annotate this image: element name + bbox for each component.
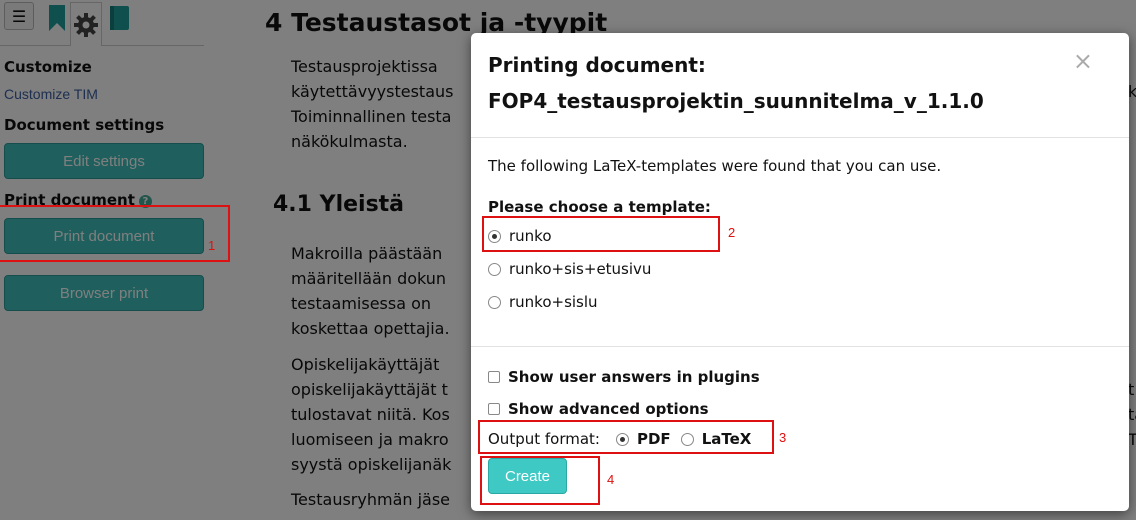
template-radio-runko-sis-etusivu[interactable] bbox=[488, 262, 501, 276]
dialog-divider bbox=[471, 137, 1129, 138]
annotation-number-4: 4 bbox=[607, 472, 615, 487]
choose-template-label: Please choose a template: bbox=[488, 198, 711, 216]
templates-intro-text: The following LaTeX-templates were found… bbox=[488, 157, 942, 175]
template-label: runko+sislu bbox=[509, 293, 598, 311]
show-advanced-checkbox[interactable] bbox=[488, 403, 500, 415]
close-icon[interactable]: × bbox=[1073, 47, 1093, 75]
show-advanced-option[interactable]: Show advanced options bbox=[488, 400, 709, 418]
template-radio-runko-sislu[interactable] bbox=[488, 295, 501, 309]
dialog-divider bbox=[471, 346, 1129, 347]
show-user-answers-option[interactable]: Show user answers in plugins bbox=[488, 368, 760, 386]
annotation-box-4 bbox=[480, 456, 600, 505]
annotation-box-3 bbox=[478, 420, 774, 454]
annotation-number-3: 3 bbox=[779, 430, 787, 445]
annotation-box-1 bbox=[0, 205, 230, 262]
show-user-answers-checkbox[interactable] bbox=[488, 371, 500, 383]
show-user-answers-label: Show user answers in plugins bbox=[508, 368, 760, 386]
template-label: runko+sis+etusivu bbox=[509, 260, 652, 278]
annotation-number-1: 1 bbox=[208, 238, 216, 253]
annotation-box-2 bbox=[482, 216, 720, 252]
annotation-number-2: 2 bbox=[728, 225, 736, 240]
template-option-runko-sis-etusivu[interactable]: runko+sis+etusivu bbox=[488, 260, 651, 278]
print-dialog: Printing document: FOP4_testausprojektin… bbox=[471, 33, 1129, 511]
template-option-runko-sislu[interactable]: runko+sislu bbox=[488, 293, 598, 311]
dialog-title: Printing document: bbox=[488, 53, 706, 77]
dialog-document-name: FOP4_testausprojektin_suunnitelma_v_1.1.… bbox=[488, 89, 984, 113]
show-advanced-label: Show advanced options bbox=[508, 400, 709, 418]
